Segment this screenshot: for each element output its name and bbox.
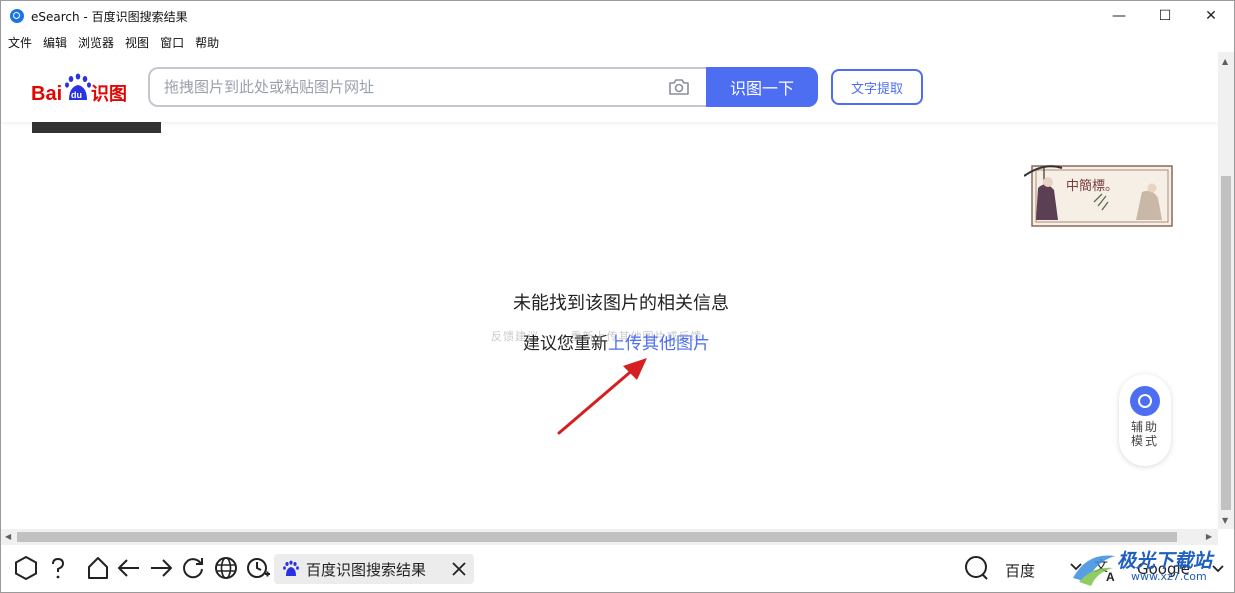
scroll-down-arrow-icon[interactable]: ▼ [1222, 516, 1228, 525]
red-annotation-arrow [557, 358, 647, 435]
svg-text:中簡標。: 中簡標。 [1066, 179, 1118, 194]
hexagon-menu-icon[interactable] [13, 555, 39, 581]
browser-tab[interactable]: 百度识图搜索结果 [274, 554, 474, 584]
decorative-badge: 中簡標。 [1024, 165, 1173, 227]
title-bar: eSearch - 百度识图搜索结果 — ☐ ✕ [1, 1, 1234, 31]
scroll-up-arrow-icon[interactable]: ▲ [1222, 57, 1228, 66]
image-url-input[interactable] [164, 69, 644, 105]
tab-title: 百度识图搜索结果 [306, 560, 427, 579]
svg-text:识图: 识图 [91, 84, 127, 105]
forward-arrow-icon[interactable] [148, 555, 174, 581]
watermark-url: www.xz7.com [1131, 570, 1207, 583]
baidu-header: Bai du 识图 识图一下 文字 [1, 52, 1218, 122]
horizontal-scrollbar[interactable]: ◀ ▶ [1, 529, 1218, 545]
menu-view[interactable]: 视图 [125, 34, 149, 51]
svg-text:Bai: Bai [31, 83, 62, 105]
text-extract-button[interactable]: 文字提取 [831, 69, 923, 105]
history-icon[interactable] [245, 555, 271, 581]
tab-close-icon[interactable] [448, 558, 470, 580]
home-icon[interactable] [85, 555, 111, 581]
scroll-left-arrow-icon[interactable]: ◀ [5, 532, 11, 541]
dark-tab-strip [32, 122, 161, 133]
site-watermark: 极光下载站 www.xz7.com [1069, 546, 1234, 592]
bottom-toolbar: 百度识图搜索结果 百度 文A Google [1, 546, 1234, 592]
vertical-scrollbar[interactable]: ▲ ▼ [1218, 52, 1234, 529]
close-window-button[interactable]: ✕ [1188, 1, 1234, 31]
maximize-button[interactable]: ☐ [1142, 1, 1188, 31]
scroll-right-arrow-icon[interactable]: ▶ [1206, 532, 1212, 541]
watermark-name: 极光下载站 [1117, 550, 1213, 572]
reload-icon[interactable] [180, 555, 206, 581]
horizontal-scroll-thumb[interactable] [17, 532, 1177, 542]
baidu-shitu-logo[interactable]: Bai du 识图 [31, 72, 131, 106]
menu-edit[interactable]: 编辑 [43, 34, 67, 51]
back-arrow-icon[interactable] [116, 555, 142, 581]
camera-icon[interactable] [668, 78, 690, 96]
web-viewport: Bai du 识图 识图一下 文字 [1, 52, 1218, 529]
globe-icon[interactable] [213, 555, 239, 581]
help-icon[interactable] [45, 555, 71, 581]
search-engine-label[interactable]: 百度 [1005, 560, 1035, 581]
assist-mode-label: 辅助模式 [1130, 420, 1159, 448]
minimize-button[interactable]: — [1096, 1, 1142, 31]
image-url-input-box[interactable] [148, 67, 708, 107]
baidu-paw-icon [283, 560, 299, 576]
menu-browser[interactable]: 浏览器 [78, 34, 114, 51]
search-icon[interactable] [963, 555, 989, 581]
aurora-logo-icon [1073, 555, 1115, 586]
assist-mode-button[interactable]: 辅助模式 [1119, 374, 1171, 466]
menu-help[interactable]: 帮助 [195, 34, 219, 51]
menu-bar: 文件 编辑 浏览器 视图 窗口 帮助 [1, 32, 230, 52]
window-title: eSearch - 百度识图搜索结果 [31, 9, 188, 24]
no-result-title: 未能找到该图片的相关信息 [513, 293, 729, 314]
search-by-image-button[interactable]: 识图一下 [706, 67, 818, 107]
svg-text:du: du [71, 90, 82, 100]
accessibility-icon [1130, 386, 1160, 416]
vertical-scroll-thumb[interactable] [1221, 176, 1231, 510]
esearch-app-icon [10, 9, 24, 23]
app-window: eSearch - 百度识图搜索结果 — ☐ ✕ 文件 编辑 浏览器 视图 窗口… [0, 0, 1235, 593]
menu-window[interactable]: 窗口 [160, 34, 184, 51]
menu-file[interactable]: 文件 [8, 34, 32, 51]
window-controls: — ☐ ✕ [1096, 1, 1234, 31]
